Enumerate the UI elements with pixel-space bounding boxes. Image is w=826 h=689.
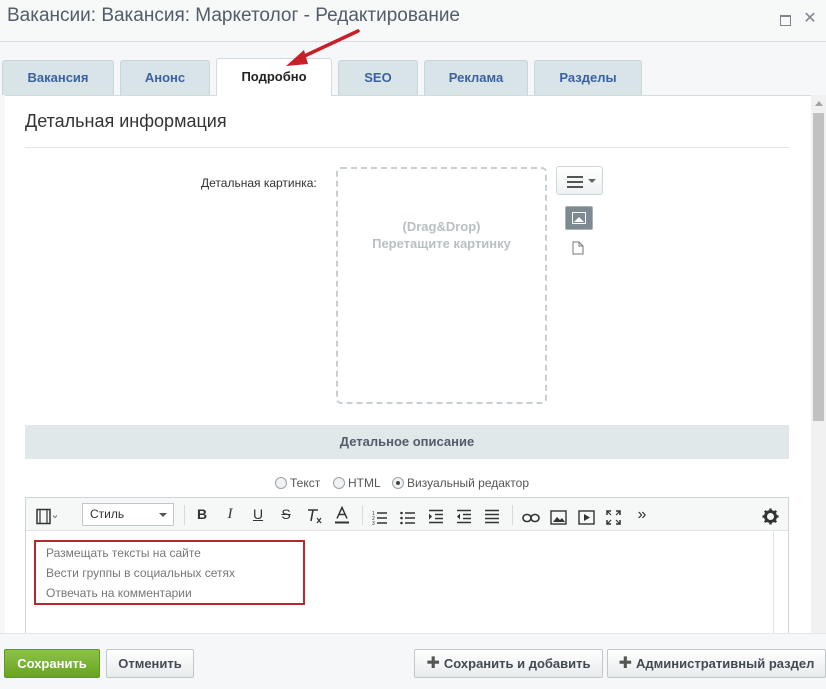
outdent-icon[interactable] [456, 506, 472, 527]
font-color-icon[interactable] [334, 505, 350, 526]
bullet-list-icon[interactable] [400, 507, 416, 528]
image-upload-button[interactable] [565, 206, 593, 230]
dropzone-hint-2: Перетащите картинку [372, 236, 511, 251]
menu-icon [567, 176, 583, 191]
detail-picture-label: Детальная картинка: [201, 176, 317, 190]
tab-sections[interactable]: Разделы [534, 60, 642, 95]
image-icon[interactable] [550, 507, 567, 528]
editor-scroll-edge [773, 532, 774, 635]
ordered-list-icon[interactable]: 123 [372, 507, 388, 528]
strikethrough-button[interactable]: S [278, 504, 294, 525]
divider [25, 147, 789, 148]
details-panel: Детальная информация Детальная картинка:… [5, 95, 826, 635]
indent-icon[interactable] [428, 506, 444, 527]
cancel-button[interactable]: Отменить [106, 649, 194, 678]
title-bar: Вакансии: Вакансия: Маркетолог - Редакти… [0, 0, 826, 42]
dropzone-hint-1: (Drag&Drop) [402, 219, 481, 234]
gear-icon[interactable] [762, 506, 779, 527]
video-icon[interactable] [578, 507, 595, 528]
close-icon[interactable]: ✕ [801, 10, 819, 28]
align-justify-icon[interactable] [484, 506, 500, 527]
link-icon[interactable] [522, 508, 540, 529]
underline-button[interactable]: U [250, 504, 266, 525]
mode-text-radio[interactable]: Текст [275, 476, 320, 490]
image-dropzone[interactable]: (Drag&Drop) Перетащите картинку [336, 167, 547, 404]
tab-announce[interactable]: Анонс [120, 60, 210, 95]
page-scrollbar[interactable] [811, 95, 826, 633]
maximize-icon[interactable] [776, 10, 794, 28]
clear-format-icon[interactable] [306, 506, 324, 527]
chevron-down-icon [159, 513, 167, 517]
file-icon[interactable] [572, 241, 584, 255]
section-title: Детальная информация [25, 111, 227, 131]
image-menu-button[interactable] [556, 166, 603, 195]
svg-text:3: 3 [372, 521, 375, 527]
annotation-arrow-icon [286, 29, 360, 66]
highlighted-content: Размещать тексты на сайте Вести группы в… [34, 540, 305, 605]
description-header: Детальное описание [25, 425, 789, 459]
editor-toolbar: Стиль B I U S 123 » [26, 498, 788, 531]
save-button[interactable]: Сохранить [4, 649, 100, 678]
save-and-add-button[interactable]: ✚ Сохранить и добавить [414, 649, 603, 678]
bold-button[interactable]: B [194, 504, 210, 525]
scrollbar-thumb[interactable] [813, 113, 824, 421]
admin-section-button[interactable]: ✚ Административный раздел [607, 649, 826, 678]
italic-button[interactable]: I [222, 504, 238, 525]
plus-icon: ✚ [426, 655, 440, 672]
mode-html-radio[interactable]: HTML [333, 476, 381, 490]
window-title: Вакансии: Вакансия: Маркетолог - Редакти… [7, 5, 460, 26]
fullscreen-icon[interactable] [606, 507, 621, 528]
plus-icon: ✚ [618, 655, 633, 672]
footer-bar: Сохранить Отменить ✚ Сохранить и добавить… [0, 633, 826, 689]
content-line: Отвечать на комментарии [46, 586, 192, 600]
more-button[interactable]: » [634, 504, 650, 525]
tab-ads[interactable]: Реклама [424, 60, 528, 95]
style-select[interactable]: Стиль [82, 503, 174, 526]
chevron-down-icon [588, 179, 596, 183]
mode-visual-radio[interactable]: Визуальный редактор [392, 476, 529, 490]
content-line: Вести группы в социальных сетях [46, 566, 235, 580]
tab-vacancy[interactable]: Вакансия [2, 60, 114, 95]
content-line: Размещать тексты на сайте [46, 546, 201, 560]
visual-editor: Стиль B I U S 123 » Размещать тексты на … [25, 497, 789, 635]
scroll-up-icon[interactable] [815, 101, 823, 106]
film-icon[interactable] [36, 506, 58, 527]
